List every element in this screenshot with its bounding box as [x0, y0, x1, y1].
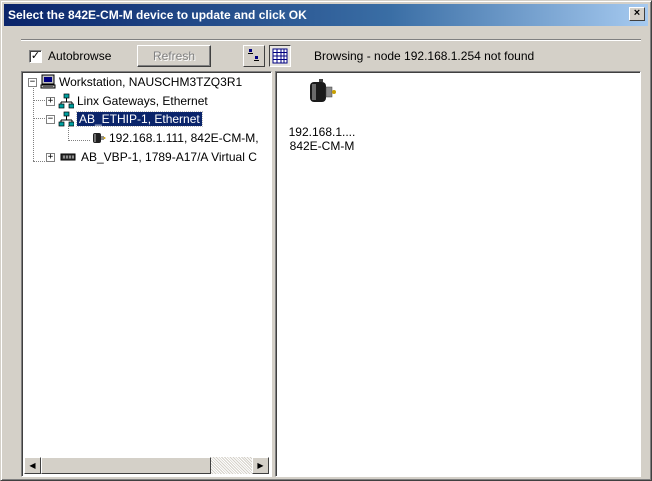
- tree-item-linx-gateways[interactable]: + Linx Gateways, Ethernet: [46, 92, 208, 110]
- collapse-icon[interactable]: −: [46, 114, 55, 124]
- tree-connector: [68, 140, 90, 141]
- tree-item-label: Linx Gateways, Ethernet: [77, 94, 208, 108]
- network-tree[interactable]: − Workstation, NAUSCHM3TZQ3R1 + Linx Gat…: [21, 71, 272, 477]
- large-icons-view-button[interactable]: [243, 45, 265, 67]
- encoder-device-icon: [93, 133, 106, 143]
- tree-item-label: AB_VBP-1, 1789-A17/A Virtual C: [81, 150, 257, 164]
- scroll-left-icon[interactable]: ◀: [24, 457, 41, 474]
- scrollbar-track[interactable]: [211, 457, 252, 474]
- close-button[interactable]: ×: [629, 7, 645, 21]
- tree-item-ab-ethip-1[interactable]: − AB_ETHIP-1, Ethernet: [46, 110, 203, 128]
- encoder-device-icon: [310, 79, 336, 102]
- network-icon: [58, 93, 74, 109]
- tree-item-device-192-168-1-111[interactable]: 192.168.1.111, 842E-CM-M,: [90, 129, 259, 147]
- expand-icon[interactable]: +: [46, 96, 55, 106]
- device-model-label: 842E-CM-M: [289, 139, 355, 153]
- title-bar[interactable]: Select the 842E-CM-M device to update an…: [4, 4, 648, 26]
- tree-connector: [33, 100, 47, 101]
- toolbar: ✓ Autobrowse Refresh Browsing - node 192…: [21, 43, 641, 67]
- tree-item-label: 192.168.1.111, 842E-CM-M,: [109, 131, 259, 145]
- device-list-item[interactable]: 192.168.1.... 842E-CM-M: [282, 76, 362, 153]
- autobrowse-label: Autobrowse: [48, 49, 112, 63]
- device-list[interactable]: 192.168.1.... 842E-CM-M: [275, 71, 641, 477]
- backplane-icon: [60, 153, 76, 161]
- horizontal-scrollbar[interactable]: ◀ ▶: [24, 457, 269, 474]
- autobrowse-checkbox[interactable]: ✓ Autobrowse: [29, 49, 111, 63]
- tree-item-workstation[interactable]: − Workstation, NAUSCHM3TZQ3R1: [28, 73, 242, 91]
- tree-connector: [33, 161, 47, 162]
- window-title: Select the 842E-CM-M device to update an…: [8, 8, 307, 22]
- browse-status-text: Browsing - node 192.168.1.254 not found: [314, 49, 535, 63]
- details-view-icon: [272, 48, 288, 64]
- collapse-icon[interactable]: −: [28, 77, 37, 87]
- details-view-button[interactable]: [269, 45, 291, 67]
- expand-icon[interactable]: +: [46, 152, 55, 162]
- large-icons-view-icon: [248, 49, 259, 61]
- scrollbar-thumb[interactable]: [41, 457, 211, 474]
- refresh-button[interactable]: Refresh: [137, 45, 211, 67]
- checkbox-check-icon[interactable]: ✓: [29, 49, 42, 63]
- tree-item-label: AB_ETHIP-1, Ethernet: [76, 111, 203, 127]
- tree-connector: [33, 118, 47, 119]
- toolbar-separator: [21, 39, 641, 41]
- dialog-window: Select the 842E-CM-M device to update an…: [0, 0, 652, 481]
- device-address-label: 192.168.1....: [288, 125, 356, 139]
- tree-item-ab-vbp-1[interactable]: + AB_VBP-1, 1789-A17/A Virtual C: [46, 148, 257, 166]
- tree-item-label: Workstation, NAUSCHM3TZQ3R1: [59, 75, 243, 89]
- network-icon: [58, 111, 74, 127]
- scroll-right-icon[interactable]: ▶: [252, 457, 269, 474]
- workstation-icon: [40, 74, 56, 89]
- tree-connector: [33, 88, 34, 161]
- tree-connector: [68, 126, 69, 141]
